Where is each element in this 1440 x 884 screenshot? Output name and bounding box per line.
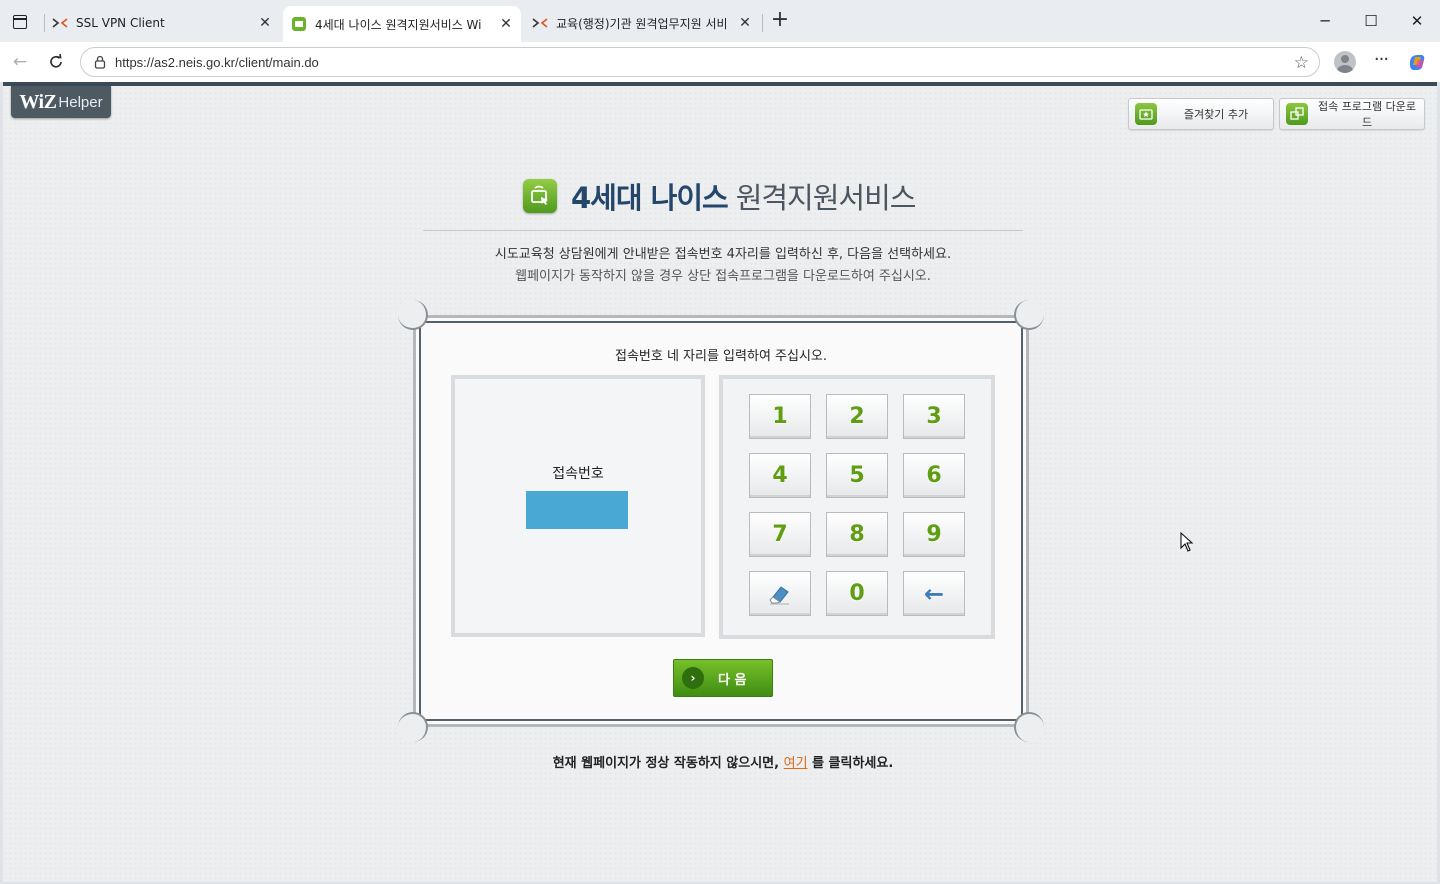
key-3[interactable]: 3 — [903, 394, 965, 439]
backspace-arrow-icon: ← — [923, 579, 945, 608]
tab-separator — [44, 14, 45, 32]
help-footer: 현재 웹페이지가 정상 작동하지 않으시면, 여기 를 클릭하세요. — [423, 752, 1023, 771]
mouse-pointer-icon — [1180, 532, 1194, 552]
key-9[interactable]: 9 — [903, 512, 965, 557]
neis-favicon-icon — [291, 16, 307, 32]
panel-corner — [1014, 300, 1044, 330]
browser-toolbar: ← https://as2.neis.go.kr/client/main.do … — [0, 42, 1440, 82]
back-arrow-icon[interactable]: ← — [8, 50, 32, 74]
add-bookmark-button[interactable]: 즐겨찾기 추가 — [1128, 98, 1274, 130]
add-bookmark-label: 즐겨찾기 추가 — [1183, 108, 1249, 121]
remote-support-icon — [523, 179, 557, 213]
chevron-right-icon: › — [682, 667, 704, 689]
maximize-button[interactable]: ☐ — [1359, 10, 1383, 32]
panel-corner — [398, 300, 428, 330]
code-display-box: 접속번호 — [451, 375, 705, 637]
logo-helper-text: Helper — [58, 93, 103, 111]
favorite-star-icon[interactable]: ☆ — [1294, 53, 1309, 73]
access-code-field[interactable] — [526, 491, 628, 529]
bookmark-icon — [1135, 103, 1157, 125]
title-divider — [423, 230, 1023, 231]
key-7[interactable]: 7 — [749, 512, 811, 557]
download-program-button[interactable]: 접속 프로그램 다운로드 — [1279, 98, 1425, 130]
tab-title: 교육(행정)기관 원격업무지원 서비 — [556, 16, 728, 31]
panel-instruction: 접속번호 네 자리를 입력하여 주십시오. — [614, 349, 828, 364]
logo-wiz-text: WiZ — [19, 90, 57, 113]
page-title: 4세대 나이스 원격지원서비스 — [523, 176, 917, 216]
key-backspace[interactable]: ← — [903, 571, 965, 616]
tab-ssl-vpn[interactable]: SSL VPN Client ✕ — [44, 8, 280, 38]
title-strong: 4세대 나이스 — [571, 181, 729, 215]
tab-neis-remote[interactable]: 4세대 나이스 원격지원서비스 Wi ✕ — [283, 6, 521, 42]
panel-corner — [398, 712, 428, 742]
vpn-favicon-icon — [52, 15, 68, 31]
reload-icon[interactable] — [44, 50, 68, 74]
footer-text-before: 현재 웹페이지가 정상 작동하지 않으시면, — [552, 756, 780, 771]
key-5[interactable]: 5 — [826, 453, 888, 498]
title-light: 원격지원서비스 — [735, 181, 917, 215]
tab-close-icon[interactable]: ✕ — [256, 14, 274, 32]
site-info-icon[interactable] — [93, 55, 107, 69]
eraser-icon — [769, 585, 789, 605]
new-tab-button[interactable]: + — [770, 9, 790, 31]
key-clear[interactable] — [749, 571, 811, 616]
tab-close-icon[interactable]: ✕ — [736, 14, 754, 32]
tab-close-icon[interactable]: ✕ — [497, 15, 515, 33]
tab-title: SSL VPN Client — [76, 16, 165, 30]
minimize-button[interactable]: ─ — [1313, 10, 1337, 32]
download-program-label: 접속 프로그램 다운로드 — [1317, 100, 1417, 129]
key-1[interactable]: 1 — [749, 394, 811, 439]
number-keypad: 1 2 3 4 5 6 7 8 9 0 ← — [719, 375, 995, 639]
next-button-label: 다 음 — [718, 672, 747, 688]
key-4[interactable]: 4 — [749, 453, 811, 498]
vpn-favicon-icon — [532, 15, 548, 31]
footer-text-after: 를 클릭하세요. — [812, 756, 894, 771]
tab-remote-work[interactable]: 교육(행정)기관 원격업무지원 서비 ✕ — [524, 8, 760, 38]
key-2[interactable]: 2 — [826, 394, 888, 439]
tab-title: 4세대 나이스 원격지원서비스 Wi — [315, 17, 482, 32]
close-window-button[interactable]: ✕ — [1405, 10, 1429, 32]
url-text[interactable]: https://as2.neis.go.kr/client/main.do — [115, 55, 319, 70]
profile-avatar[interactable] — [1334, 51, 1356, 73]
download-program-icon — [1286, 103, 1308, 125]
code-label: 접속번호 — [552, 466, 604, 482]
next-button[interactable]: › 다 음 — [673, 659, 773, 697]
tab-actions-menu-icon[interactable] — [10, 12, 30, 32]
key-0[interactable]: 0 — [826, 571, 888, 616]
page-viewport: WiZ Helper 즐겨찾기 추가 접속 프로그램 다운로드 4세대 나이스 … — [3, 82, 1437, 882]
help-link[interactable]: 여기 — [784, 756, 808, 771]
copilot-icon[interactable] — [1406, 51, 1428, 73]
access-code-panel: 접속번호 네 자리를 입력하여 주십시오. 접속번호 1 2 3 4 5 6 7… — [398, 300, 1044, 742]
address-bar[interactable]: https://as2.neis.go.kr/client/main.do ☆ — [80, 47, 1320, 77]
more-options-icon[interactable]: ··· — [1370, 50, 1392, 74]
tab-strip: SSL VPN Client ✕ 4세대 나이스 원격지원서비스 Wi ✕ 교육… — [0, 0, 1440, 42]
guide-text-secondary: 웹페이지가 동작하지 않을 경우 상단 접속프로그램을 다운로드하여 주십시오. — [515, 269, 931, 284]
key-8[interactable]: 8 — [826, 512, 888, 557]
guide-text-primary: 시도교육청 상담원에게 안내받은 접속번호 4자리를 입력하신 후, 다음을 선… — [494, 247, 952, 262]
wizhelper-logo: WiZ Helper — [11, 86, 111, 118]
key-6[interactable]: 6 — [903, 453, 965, 498]
tab-separator — [762, 14, 763, 32]
panel-corner — [1014, 712, 1044, 742]
